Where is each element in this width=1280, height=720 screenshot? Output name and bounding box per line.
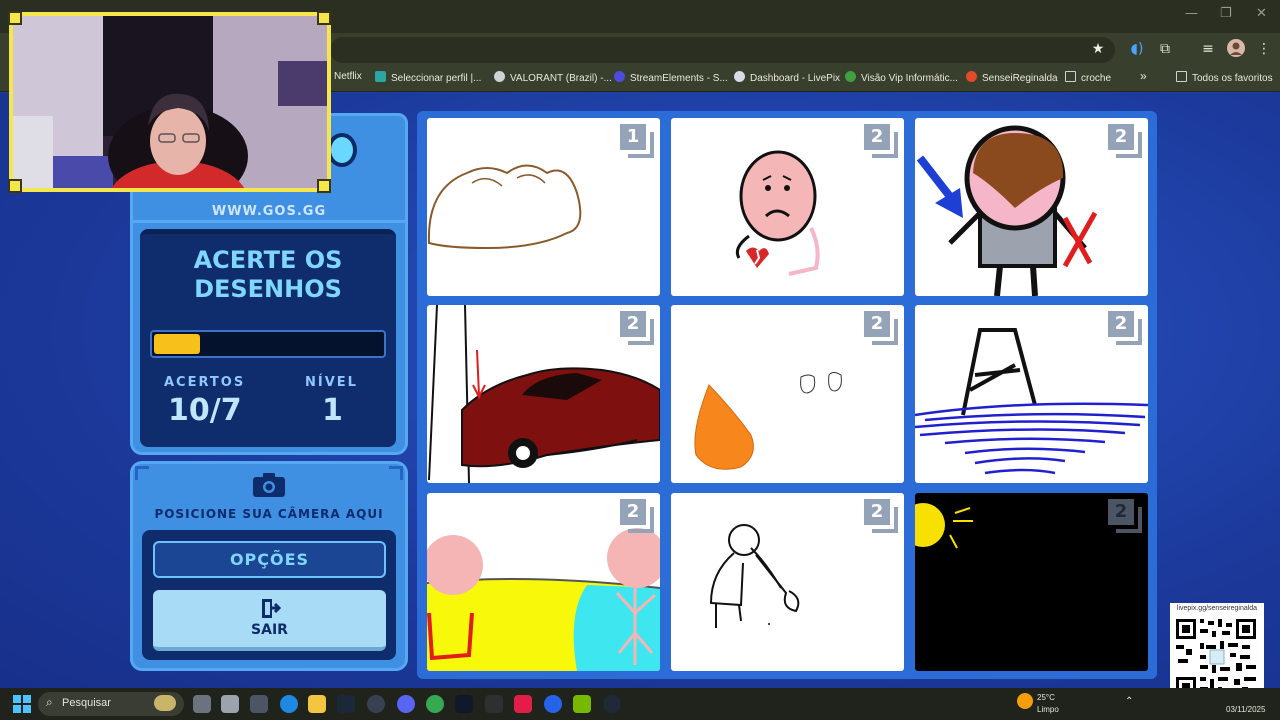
weather-temp: 25°C	[1037, 693, 1055, 702]
drawing-card[interactable]: 2	[427, 305, 660, 483]
voice-icon[interactable]: ◖)	[1127, 39, 1147, 59]
epic-games-icon[interactable]	[485, 695, 503, 713]
drawing-card[interactable]: 2	[915, 118, 1148, 296]
bookmark-profile[interactable]: Seleccionar perfil |...	[375, 71, 481, 84]
riot-icon[interactable]	[514, 695, 532, 713]
vote-badge: 2	[620, 499, 654, 533]
address-bar[interactable]	[330, 37, 1115, 63]
drawing-card[interactable]: 2	[671, 493, 904, 671]
drawing-card[interactable]: 2	[671, 118, 904, 296]
bookmark-streamelements[interactable]: StreamElements - S...	[614, 71, 728, 84]
visao-vip-icon	[845, 71, 856, 82]
sensei-icon	[966, 71, 977, 82]
taskbar	[0, 688, 1280, 720]
drawing-card[interactable]: 2	[915, 493, 1148, 671]
webcam-frame-corner	[8, 179, 22, 193]
valorant-icon	[494, 71, 505, 82]
game-logo	[327, 133, 357, 167]
file-explorer-icon[interactable]	[308, 695, 326, 713]
webcam-feed	[13, 16, 327, 188]
tray-chevron-icon[interactable]: ⌃	[1125, 696, 1133, 707]
weather-icon[interactable]	[1017, 693, 1033, 709]
profile-avatar[interactable]	[1226, 39, 1246, 59]
hits-label: ACERTOS	[164, 375, 246, 390]
drawing-card[interactable]: 2	[427, 493, 660, 671]
streamelements-icon	[614, 71, 625, 82]
app-icon[interactable]	[250, 695, 268, 713]
drawing-card[interactable]: 2	[671, 305, 904, 483]
steam-icon[interactable]	[337, 695, 355, 713]
bookmark-netflix[interactable]: Netflix	[334, 71, 362, 82]
webcam-overlay	[9, 12, 331, 192]
livepix-icon	[734, 71, 745, 82]
level-label: NÍVEL	[305, 375, 358, 390]
camera-hint: POSICIONE SUA CÂMERA AQUI	[154, 507, 384, 521]
edge-icon[interactable]	[280, 695, 298, 713]
taskbar-search[interactable]: ⌕ Pesquisar	[38, 692, 184, 716]
bookmark-favicon-icon	[375, 71, 386, 82]
camera-frame-corner	[389, 466, 403, 480]
bookmark-livepix[interactable]: Dashboard - LivePix	[734, 71, 840, 84]
app-icon[interactable]	[455, 695, 473, 713]
hits-value: 10/7	[168, 393, 242, 428]
obs-icon[interactable]	[367, 695, 385, 713]
progress-fill	[154, 334, 200, 354]
level-value: 1	[322, 393, 343, 428]
chrome-icon[interactable]	[426, 695, 444, 713]
vote-badge: 2	[864, 499, 898, 533]
nvidia-icon[interactable]	[573, 695, 591, 713]
website-label: WWW.GOS.GG	[211, 204, 327, 219]
date-text: 03/11/2025	[1226, 705, 1266, 714]
weather-text: Limpo	[1037, 705, 1059, 714]
search-icon: ⌕	[46, 695, 53, 709]
discord-icon[interactable]	[397, 695, 415, 713]
bookmark-croche[interactable]: croche	[1065, 71, 1111, 84]
webcam-frame-corner	[317, 11, 331, 25]
vote-badge: 2	[1108, 499, 1142, 533]
folder-icon	[1176, 71, 1187, 82]
app-icon[interactable]	[544, 695, 562, 713]
game-title-line1: ACERTE OS	[193, 246, 343, 274]
options-button[interactable]: OPÇÕES	[153, 541, 386, 578]
app-icon[interactable]	[603, 695, 621, 713]
vote-badge: 2	[620, 311, 654, 345]
search-highlight-icon	[154, 695, 176, 711]
vote-badge: 2	[864, 124, 898, 158]
vote-badge: 2	[1108, 311, 1142, 345]
drawing-card[interactable]: 2	[915, 305, 1148, 483]
more-bookmarks-icon[interactable]: »	[1140, 69, 1147, 83]
folder-icon	[1065, 71, 1076, 82]
progress-bar	[150, 330, 386, 358]
search-placeholder: Pesquisar	[62, 697, 111, 709]
camera-frame-corner	[135, 466, 149, 480]
game-title: ACERTE OS DESENHOS	[140, 246, 396, 304]
camera-icon	[253, 473, 285, 497]
vote-badge: 1	[620, 124, 654, 158]
qr-url: livepix.gg/senseireginalda	[1176, 605, 1258, 612]
task-view-icon[interactable]	[193, 695, 211, 713]
bookmark-star-icon[interactable]: ★	[1088, 39, 1108, 59]
webcam-frame-corner	[8, 11, 22, 25]
bookmark-sensei[interactable]: SenseiReginalda	[966, 71, 1058, 84]
drawing-card[interactable]: 1	[427, 118, 660, 296]
minimize-button[interactable]: —	[1185, 6, 1198, 21]
windows-start-icon[interactable]	[13, 695, 31, 713]
widgets-icon[interactable]	[221, 695, 239, 713]
game-title-line2: DESENHOS	[194, 275, 342, 303]
vote-badge: 2	[1108, 124, 1142, 158]
browser-menu-icon[interactable]: ⋮	[1254, 39, 1274, 59]
webcam-frame-corner	[317, 179, 331, 193]
media-control-icon[interactable]: ≡	[1198, 39, 1218, 59]
exit-icon	[261, 599, 281, 618]
exit-label: SAIR	[251, 622, 288, 638]
exit-button[interactable]: SAIR	[153, 590, 386, 651]
close-button[interactable]: ✕	[1256, 6, 1267, 21]
bookmark-valorant[interactable]: VALORANT (Brazil) -...	[494, 71, 612, 84]
extensions-icon[interactable]: ⧉	[1155, 39, 1175, 59]
bookmark-visao-vip[interactable]: Visão Vip Informátic...	[845, 71, 958, 84]
vote-badge: 2	[864, 311, 898, 345]
maximize-button[interactable]: ❐	[1220, 6, 1232, 21]
bookmark-all-favorites[interactable]: Todos os favoritos	[1176, 71, 1273, 84]
